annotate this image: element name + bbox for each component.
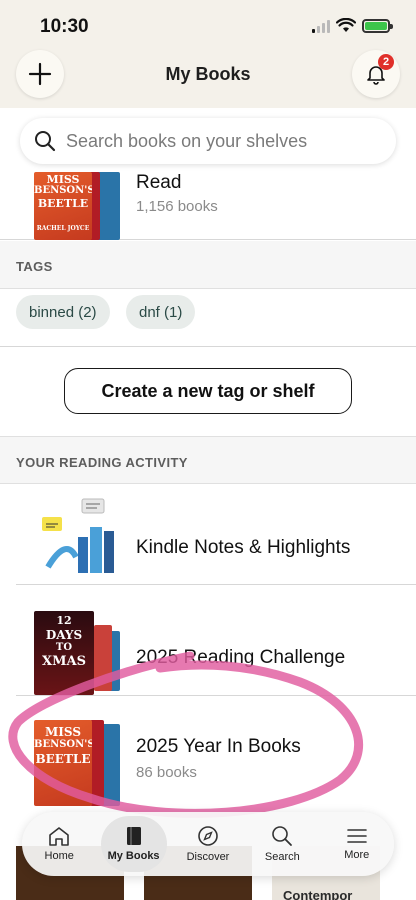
notification-badge: 2 — [378, 54, 394, 70]
book-cover: MISS BENSON'S BEETLE — [34, 720, 92, 806]
tags-section-header: TAGS — [0, 241, 416, 289]
tab-search[interactable]: Search — [249, 816, 315, 872]
tags-heading: TAGS — [16, 259, 53, 274]
tab-discover[interactable]: Discover — [175, 816, 241, 872]
tab-my-books[interactable]: My Books — [100, 816, 167, 872]
cover-title: MISS — [45, 725, 81, 739]
shelf-title: Read — [136, 172, 182, 193]
kindle-notes-illustration — [42, 498, 114, 573]
cover-author: RACHEL JOYCE — [36, 225, 90, 232]
status-bar: 10:30 — [0, 0, 416, 50]
battery-icon — [362, 18, 393, 33]
shelf-row-read[interactable]: MISS BENSON'S BEETLE RACHEL JOYCE Read 1… — [0, 172, 416, 240]
activity-title: 2025 Year In Books — [136, 736, 301, 757]
cover-title: BENSON'S — [34, 739, 92, 750]
tab-more[interactable]: More — [324, 816, 390, 872]
compass-icon — [198, 826, 218, 846]
tab-home[interactable]: Home — [26, 816, 92, 872]
activity-heading: YOUR READING ACTIVITY — [16, 455, 188, 470]
search-icon — [272, 826, 293, 846]
cover-title: TO — [55, 642, 73, 653]
activity-row-year-in-books[interactable]: MISS BENSON'S BEETLE 2025 Year In Books … — [0, 696, 416, 806]
divider — [0, 346, 416, 347]
peek-card-label: Contempor — [283, 888, 353, 900]
search-area: Search books on your shelves — [0, 108, 416, 176]
create-tag-button[interactable]: Create a new tag or shelf — [64, 368, 352, 414]
book-cover — [90, 720, 104, 806]
shelf-count: 1,156 books — [136, 198, 218, 215]
cellular-signal-icon — [312, 19, 330, 33]
status-icons — [312, 18, 393, 33]
book-cover: 12 DAYS TO XMAS — [34, 611, 94, 695]
status-time: 10:30 — [40, 16, 89, 37]
activity-subtitle: 86 books — [136, 764, 197, 781]
wifi-icon — [336, 18, 356, 32]
book-icon — [126, 827, 141, 845]
book-cover — [94, 625, 112, 691]
home-icon — [49, 827, 69, 846]
bottom-tab-bar: Home My Books Discover Search More — [22, 812, 394, 876]
cover-title: 12 — [56, 614, 72, 627]
tag-chip-binned[interactable]: binned (2) — [16, 295, 110, 329]
tab-label: Search — [264, 851, 300, 863]
tag-chip-dnf[interactable]: dnf (1) — [126, 295, 196, 329]
activity-title: Kindle Notes & Highlights — [136, 537, 351, 558]
tab-label: More — [344, 849, 370, 861]
search-placeholder: Search books on your shelves — [66, 130, 308, 151]
cover-title: MISS — [46, 173, 80, 186]
activity-title: 2025 Reading Challenge — [136, 647, 346, 668]
activity-section-header: YOUR READING ACTIVITY — [0, 436, 416, 484]
menu-icon — [346, 829, 367, 843]
cover-title: BEETLE — [37, 197, 89, 210]
activity-row-kindle-notes[interactable]: Kindle Notes & Highlights — [0, 485, 416, 585]
cover-title: BENSON'S — [34, 185, 92, 196]
top-bar: 10:30 My Books 2 — [0, 0, 416, 108]
cover-title: DAYS — [45, 628, 83, 642]
search-input[interactable]: Search books on your shelves — [20, 118, 396, 164]
notifications-button[interactable]: 2 — [352, 50, 400, 98]
activity-row-reading-challenge[interactable]: 12 DAYS TO XMAS 2025 Reading Challenge — [0, 585, 416, 695]
tab-label: My Books — [107, 850, 160, 862]
cover-title: XMAS — [42, 654, 86, 669]
tab-label: Discover — [186, 851, 230, 863]
tab-label: Home — [44, 850, 74, 862]
search-icon — [35, 131, 56, 152]
book-cover: MISS BENSON'S BEETLE RACHEL JOYCE — [34, 172, 92, 240]
cover-title: BEETLE — [35, 752, 91, 766]
